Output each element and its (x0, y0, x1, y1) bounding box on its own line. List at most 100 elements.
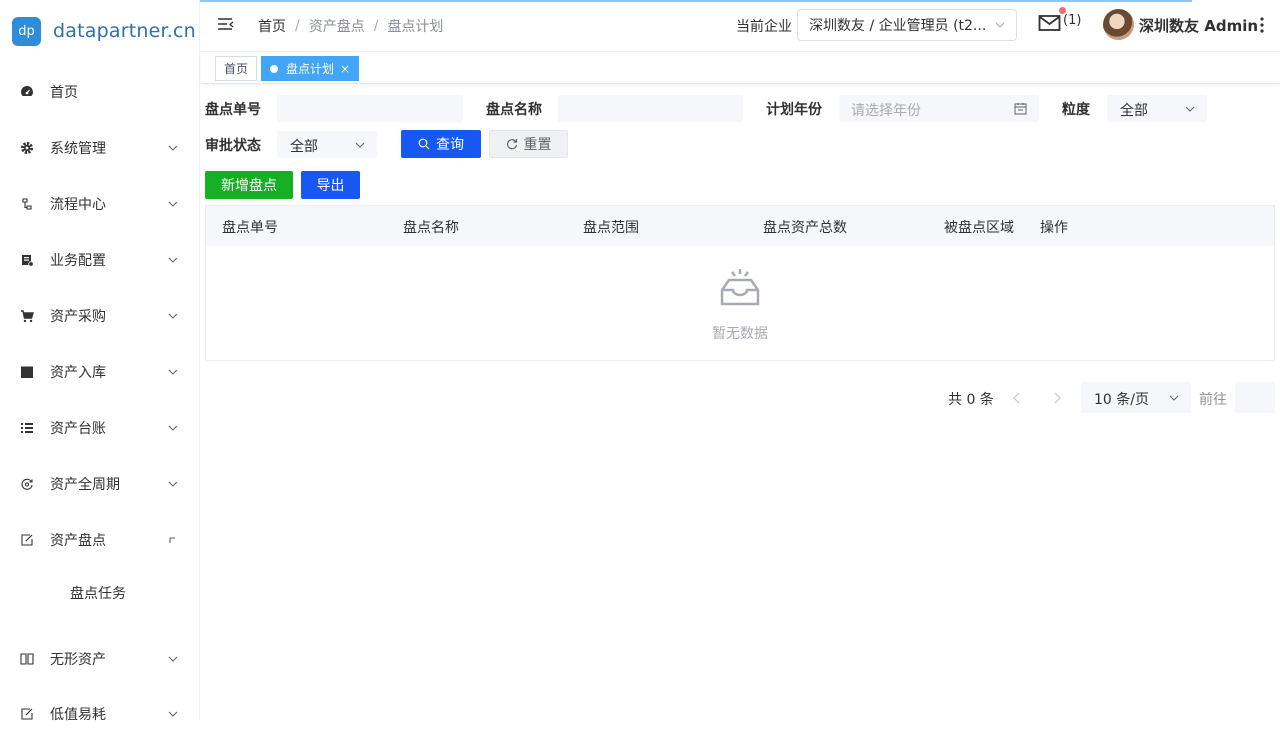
sidebar-item-label: 资产台账 (50, 421, 106, 437)
gear-icon (19, 140, 35, 156)
avatar[interactable] (1103, 9, 1134, 40)
sidebar-item-label: 资产盘点 (50, 533, 106, 549)
order-no-input[interactable] (277, 95, 463, 122)
sidebar-item-label: 资产采购 (50, 309, 106, 325)
sidebar-item-label: 流程中心 (50, 197, 106, 213)
collapse-menu-icon[interactable] (217, 16, 235, 34)
mail-count: (1) (1063, 13, 1082, 28)
chevron-down-icon (1185, 106, 1195, 112)
flow-icon (19, 196, 35, 212)
chevron-down-icon (168, 257, 178, 263)
chevron-down-icon (168, 711, 178, 717)
company-select[interactable]: 深圳数友 / 企业管理员 (t2... (797, 9, 1017, 41)
granularity-select[interactable]: 全部 (1107, 95, 1207, 122)
pagination-goto-input[interactable] (1235, 382, 1275, 413)
pagination-goto-label: 前往 (1199, 392, 1227, 408)
approval-status-value: 全部 (290, 139, 318, 155)
export-button[interactable]: 导出 (301, 171, 360, 199)
inventory-plan-table: 盘点单号 盘点名称 盘点范围 盘点资产总数 被盘点区域 操作 暂无数据 (205, 205, 1275, 361)
active-dot (270, 64, 278, 73)
pagination-total: 共 0 条 (948, 392, 994, 408)
sidebar-item-label: 低值易耗 (50, 707, 106, 723)
sidebar-item-inventory[interactable]: 资产盘点 (0, 520, 200, 560)
tab-home[interactable]: 首页 (215, 56, 258, 81)
sidebar-item-label: 无形资产 (50, 652, 106, 668)
granularity-label: 粒度 (1062, 102, 1090, 118)
sidebar-item-business-config[interactable]: 业务配置 (0, 240, 200, 280)
breadcrumb-home[interactable]: 首页 (258, 16, 286, 36)
granularity-value: 全部 (1120, 103, 1148, 119)
breadcrumb-item: 资产盘点 (308, 19, 365, 35)
chevron-down-icon (355, 142, 365, 148)
calendar-icon (1014, 103, 1027, 115)
sidebar-subitem-inventory-task[interactable]: 盘点任务 (0, 573, 200, 613)
column-header: 盘点单号 (222, 220, 278, 236)
sidebar-item-inbound[interactable]: 资产入库 (0, 352, 200, 392)
clapper-icon (19, 364, 35, 380)
sidebar-item-ledger[interactable]: 资产台账 (0, 408, 200, 448)
tab-label: 盘点计划 (286, 62, 335, 76)
column-header: 盘点名称 (403, 220, 459, 236)
sidebar: dp datapartner.cn 首页 系统管理 流程中心 业务配置 资产采购 (0, 0, 200, 723)
company-label: 当前企业 (736, 19, 792, 35)
brand[interactable]: dp datapartner.cn (0, 0, 199, 62)
sidebar-item-lifecycle[interactable]: 资产全周期 (0, 464, 200, 504)
plan-year-placeholder: 请选择年份 (851, 103, 921, 119)
sidebar-item-label: 资产全周期 (50, 477, 120, 493)
tab-inventory-plan[interactable]: 盘点计划 × (261, 56, 360, 81)
user-name[interactable]: 深圳数友 Admin (1139, 15, 1258, 36)
brand-name: datapartner.cn (53, 20, 196, 42)
column-header: 操作 (1040, 220, 1068, 236)
approval-status-label: 审批状态 (205, 138, 261, 154)
book-icon (19, 651, 35, 667)
approval-status-select[interactable]: 全部 (277, 131, 377, 158)
chevron-down-icon (168, 656, 178, 662)
breadcrumb: 首页 / 资产盘点 / 盘点计划 (258, 16, 443, 36)
chevron-down-icon (168, 313, 178, 319)
chevron-right-icon[interactable] (1052, 392, 1062, 404)
sidebar-item-label: 资产入库 (50, 365, 106, 381)
export-label: 导出 (316, 178, 345, 194)
more-vertical-icon[interactable] (1259, 16, 1265, 34)
add-inventory-button[interactable]: 新增盘点 (205, 171, 293, 199)
empty-data-text: 暂无数据 (712, 326, 768, 342)
breadcrumb-separator: / (373, 18, 379, 34)
tab-label: 首页 (224, 62, 249, 76)
sidebar-item-label: 业务配置 (50, 253, 106, 269)
sidebar-item-purchase[interactable]: 资产采购 (0, 296, 200, 336)
company-select-value: 深圳数友 / 企业管理员 (t2... (809, 18, 987, 34)
sidebar-item-label: 系统管理 (50, 141, 106, 157)
reset-button[interactable]: 重置 (489, 130, 568, 158)
add-inventory-label: 新增盘点 (221, 178, 277, 194)
business-config-icon (19, 252, 35, 268)
close-icon[interactable]: × (340, 62, 350, 76)
page-size-value: 10 条/页 (1094, 392, 1149, 408)
chevron-left-icon[interactable] (1012, 392, 1022, 404)
sidebar-item-intangible[interactable]: 无形资产 (0, 639, 200, 679)
query-button[interactable]: 查询 (401, 130, 481, 158)
sidebar-item-consumables[interactable]: 低值易耗 (0, 694, 200, 734)
plan-name-input[interactable] (558, 95, 743, 122)
chevron-down-icon (168, 369, 178, 375)
chevron-down-icon (995, 22, 1005, 28)
sidebar-item-flow[interactable]: 流程中心 (0, 184, 200, 224)
column-header: 盘点范围 (583, 220, 639, 236)
sidebar-item-home[interactable]: 首页 (0, 72, 200, 112)
chevron-down-icon (168, 201, 178, 207)
mail-icon[interactable] (1038, 13, 1062, 33)
reset-button-label: 重置 (523, 137, 552, 153)
sidebar-item-label: 首页 (50, 85, 78, 101)
table-header: 盘点单号 盘点名称 盘点范围 盘点资产总数 被盘点区域 操作 (206, 206, 1274, 246)
cart-icon (19, 308, 35, 324)
edit-icon (19, 532, 35, 548)
cycle-icon (19, 476, 35, 492)
page-size-select[interactable]: 10 条/页 (1081, 382, 1191, 413)
plan-year-picker[interactable]: 请选择年份 (839, 95, 1039, 122)
sidebar-item-system[interactable]: 系统管理 (0, 128, 200, 168)
sidebar-subitem-label: 盘点任务 (70, 586, 126, 602)
plan-year-label: 计划年份 (766, 102, 822, 118)
chevron-down-icon (1169, 395, 1179, 401)
brand-logo: dp (12, 16, 41, 46)
breadcrumb-current: 盘点计划 (387, 19, 444, 35)
chevron-up-icon (169, 537, 175, 543)
